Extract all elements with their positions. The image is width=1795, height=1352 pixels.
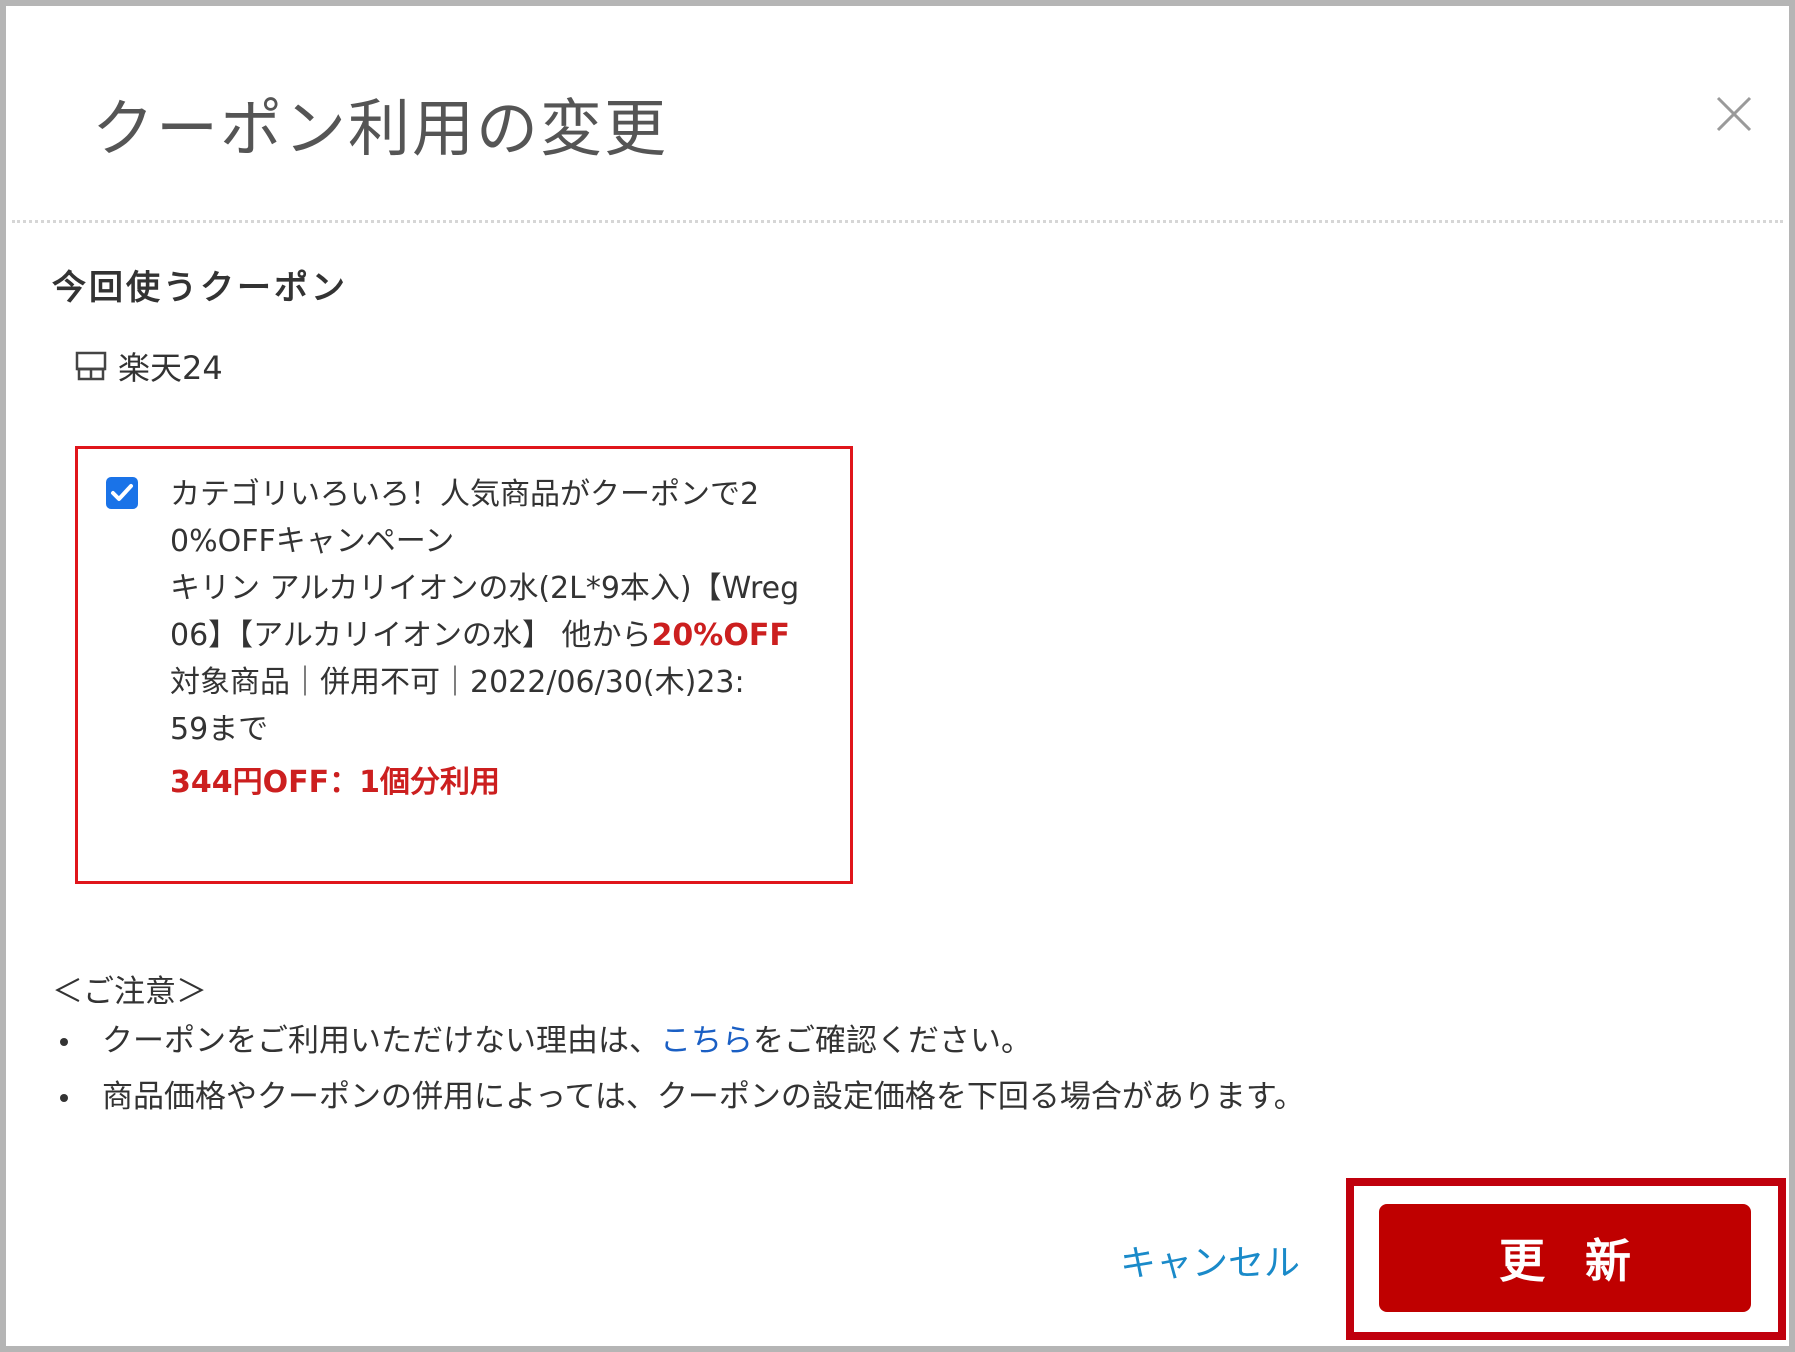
coupon-discount-rate: 20%OFF <box>651 618 790 653</box>
coupon-terms-line2: 59まで <box>170 712 269 747</box>
coupon-title-line1: カテゴリいろいろ！人気商品がクーポンで2 <box>170 477 760 512</box>
cancel-button[interactable]: キャンセル <box>1120 1234 1300 1286</box>
note-item1-prefix: クーポンをご利用いただけない理由は、 <box>102 1023 660 1059</box>
checkmark-icon <box>111 484 133 501</box>
coupon-product-line1: キリン アルカリイオンの水(2L*9本入)【Wreg <box>170 571 800 606</box>
bullet-icon <box>60 1038 68 1046</box>
coupon-product-line2-prefix: 06】【アルカリイオンの水】 他から <box>170 618 652 653</box>
reason-link[interactable]: こちら <box>660 1023 753 1059</box>
note-item: 商品価格やクーポンの併用によっては、クーポンの設定価格を下回る場合があります。 <box>52 1072 1305 1128</box>
shop-row: 楽天24 <box>74 344 223 388</box>
coupon-title-line2: 0%OFFキャンペーン <box>170 524 455 559</box>
coupon-card[interactable]: カテゴリいろいろ！人気商品がクーポンで2 0%OFFキャンペーン キリン アルカ… <box>75 446 853 884</box>
close-button[interactable] <box>1710 90 1758 138</box>
section-title: 今回使うクーポン <box>52 268 348 308</box>
coupon-product-line2: 06】【アルカリイオンの水】 他から20%OFF <box>170 612 820 659</box>
coupon-change-dialog: クーポン利用の変更 今回使うクーポン 楽天24 カテゴリいろいろ！人気商品がクー… <box>0 0 1795 1352</box>
dialog-title: クーポン利用の変更 <box>92 92 669 165</box>
notes-list: クーポンをご利用いただけない理由は、こちらをご確認ください。 商品価格やクーポン… <box>52 1016 1305 1128</box>
bullet-icon <box>60 1094 68 1102</box>
note-item2-text: 商品価格やクーポンの併用によっては、クーポンの設定価格を下回る場合があります。 <box>102 1079 1305 1115</box>
update-button[interactable]: 更新 <box>1379 1204 1751 1312</box>
note-item1-suffix: をご確認ください。 <box>753 1023 1032 1059</box>
shop-name: 楽天24 <box>118 349 223 387</box>
coupon-terms-line1: 対象商品｜併用不可｜2022/06/30(木)23: <box>170 665 745 700</box>
note-item: クーポンをご利用いただけない理由は、こちらをご確認ください。 <box>52 1016 1305 1072</box>
notes-title: ＜ご注意＞ <box>52 974 207 1010</box>
coupon-details: カテゴリいろいろ！人気商品がクーポンで2 0%OFFキャンペーン キリン アルカ… <box>170 471 820 806</box>
close-icon <box>1716 96 1752 132</box>
header-divider <box>12 220 1783 223</box>
coupon-discount-usage: 344円OFF：1個分利用 <box>170 765 500 800</box>
coupon-checkbox[interactable] <box>106 477 138 509</box>
shop-icon <box>75 351 107 381</box>
